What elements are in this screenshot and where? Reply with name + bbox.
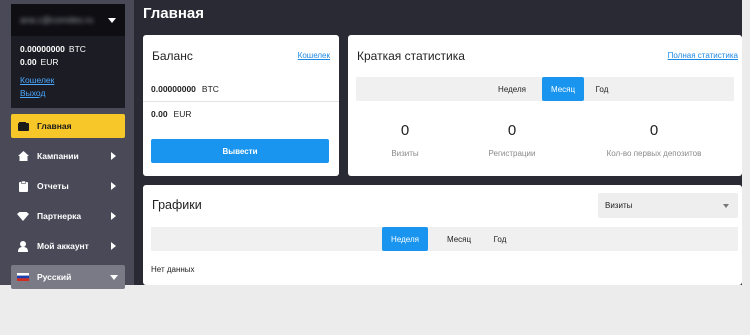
nav-item-label: Мой аккаунт [37,241,89,251]
chevron-right-icon [111,182,116,190]
nav-item-my-account[interactable]: Мой аккаунт [11,234,125,258]
language-selector[interactable]: Русский [11,265,125,289]
account-eur-currency: EUR [40,57,59,67]
stat-value: 0 [400,122,410,139]
no-data-message: Нет данных [151,265,195,274]
chart-metric-value: Визиты [605,201,633,210]
diamond-icon [17,210,29,222]
balance-eur: 0.00 EUR [151,109,192,119]
language-label: Русский [37,272,72,282]
chevron-right-icon [111,152,116,160]
stat-value: 0 [649,122,659,139]
logout-link[interactable]: Выход [20,88,45,98]
stats-card: Краткая статистика Полная статистика Нед… [348,35,742,176]
stat-visits: 0 Визиты [345,122,465,158]
balance-eur-currency: EUR [173,109,192,119]
stat-label: Регистрации [488,149,536,158]
nav-item-label: Отчеты [37,181,69,191]
chart-metric-select[interactable]: Визиты [598,193,738,218]
stats-period-tabs: Неделя Месяц Год [356,77,734,101]
balance-btc-amount: 0.00000000 [151,84,196,94]
nav-item-label: Партнерка [37,211,82,221]
stat-label: Визиты [391,149,419,158]
nav-item-label: Кампании [37,151,79,161]
charts-tab-week[interactable]: Неделя [382,227,428,251]
wallet-link[interactable]: Кошелек [20,75,54,85]
chevron-down-icon [108,18,116,23]
wallet-icon [17,120,29,132]
account-btc-balance: 0.00000000 BTC [20,44,86,54]
stats-tab-week[interactable]: Неделя [491,77,533,101]
charts-card: Графики Визиты Неделя Месяц Год Нет данн… [143,185,742,285]
account-btc-currency: BTC [68,44,86,54]
chevron-right-icon [111,242,116,250]
user-icon [17,240,29,252]
russia-flag-icon [17,271,29,283]
clipboard-icon [17,180,29,192]
stat-registrations: 0 Регистрации [452,122,572,158]
nav-item-main[interactable]: Главная [11,114,125,138]
app-window: ana.c@comdes.ru 0.00000000 BTC 0.00 EUR Ко… [0,0,742,289]
chevron-down-icon [723,204,729,208]
nav-item-reports[interactable]: Отчеты [11,174,125,198]
full-stats-link[interactable]: Полная статистика [668,51,738,60]
stats-tab-year[interactable]: Год [587,77,617,101]
nav-item-partner[interactable]: Партнерка [11,204,125,228]
charts-period-tabs: Неделя Месяц Год [151,227,738,251]
home-icon [17,150,29,162]
page-title: Главная [143,5,205,22]
nav-item-label: Главная [37,121,72,131]
balance-btc: 0.00000000 BTC [151,84,219,94]
account-email: ana.c@comdes.ru [20,15,94,25]
charts-tab-year[interactable]: Год [486,227,514,251]
balance-title: Баланс [152,49,193,63]
nav-item-campaigns[interactable]: Кампании [11,144,125,168]
stat-value: 0 [507,122,517,139]
balance-card: Баланс Кошелек 0.00000000 BTC 0.00 EUR Выв… [143,35,339,176]
balance-eur-amount: 0.00 [151,109,168,119]
stats-tab-month[interactable]: Месяц [542,77,584,101]
chevron-right-icon [111,212,116,220]
divider [143,101,339,102]
sidebar: ana.c@comdes.ru 0.00000000 BTC 0.00 EUR Ко… [0,0,134,289]
account-eur-balance: 0.00 EUR [20,57,59,67]
account-panel: ana.c@comdes.ru 0.00000000 BTC 0.00 EUR Ко… [11,4,125,108]
account-eur-amount: 0.00 [20,57,37,67]
balance-btc-currency: BTC [201,84,219,94]
charts-title: Графики [152,198,202,212]
balance-wallet-link[interactable]: Кошелек [298,51,330,60]
stat-label: Кол-во первых депозитов [606,149,702,158]
withdraw-button[interactable]: Вывести [151,139,329,163]
chevron-down-icon [110,275,118,280]
charts-tab-month[interactable]: Месяц [438,227,480,251]
account-btc-amount: 0.00000000 [20,44,65,54]
stats-title: Краткая статистика [357,49,465,63]
stat-first-deposits: 0 Кол-во первых депозитов [594,122,714,158]
account-dropdown[interactable]: ana.c@comdes.ru [11,4,125,36]
